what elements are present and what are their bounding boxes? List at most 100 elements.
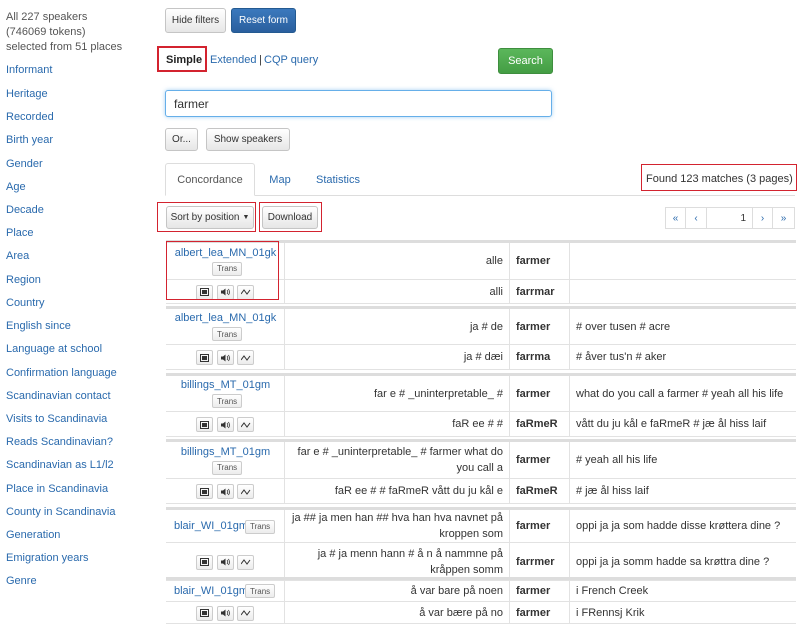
download-button[interactable]: Download <box>262 206 318 229</box>
right-context-cell: # yeah all his life <box>570 442 796 478</box>
trans-button[interactable]: Trans <box>212 261 243 276</box>
waveform-icon[interactable] <box>237 350 254 365</box>
speaker-link[interactable]: albert_lea_MN_01gk <box>166 247 285 259</box>
right-context-orig: vått du ju kål e faRmeR # jæ ål hiss lai… <box>576 418 767 430</box>
filter-reads-scandinavian[interactable]: Reads Scandinavian? <box>6 436 113 448</box>
reset-form-button[interactable]: Reset form <box>231 8 296 33</box>
table-row: blair_WI_01gm Trans å var bare på noen farm… <box>166 580 796 602</box>
right-context-orig: i FRennsj Krik <box>576 606 645 619</box>
trans-button[interactable]: Trans <box>245 519 276 534</box>
left-context-cell: alle <box>285 243 510 279</box>
match-word-orig: faRmeR <box>516 485 558 497</box>
filter-birth-year[interactable]: Birth year <box>6 134 53 146</box>
trans-button[interactable]: Trans <box>245 584 276 598</box>
filter-gender[interactable]: Gender <box>6 158 43 170</box>
right-context-cell: oppi ja ja somm hadde sa krøttra dine ? <box>570 543 796 580</box>
pager-prev[interactable]: ‹ <box>685 207 707 229</box>
pager-page-input[interactable]: 1 <box>706 207 753 229</box>
filter-scandinavian-as-l1-l2[interactable]: Scandinavian as L1/l2 <box>6 459 114 471</box>
speaker-icon[interactable] <box>217 554 234 570</box>
film-icon[interactable] <box>196 484 213 499</box>
speaker-link[interactable]: blair_WI_01gm <box>174 520 248 532</box>
filter-informant[interactable]: Informant <box>6 64 52 76</box>
speaker-icon[interactable] <box>217 350 234 365</box>
left-context: ja ## ja men han ## hva han hva navnet p… <box>292 512 503 540</box>
left-context-cell: ja # ja menn hann # å n å nammne på kråp… <box>285 543 510 580</box>
film-icon[interactable] <box>196 605 213 621</box>
pager-first[interactable]: « <box>665 207 686 229</box>
match-cell: farrmer <box>510 543 570 580</box>
filter-area[interactable]: Area <box>6 250 29 262</box>
mode-extended[interactable]: Extended <box>210 54 256 66</box>
sort-by-position-dropdown[interactable]: Sort by position ▼ <box>166 206 254 229</box>
trans-button[interactable]: Trans <box>212 327 243 341</box>
speaker-cell: billings_MT_01gm Trans <box>166 442 285 478</box>
filter-generation[interactable]: Generation <box>6 529 60 541</box>
hide-filters-button[interactable]: Hide filters <box>165 8 226 33</box>
tab-statistics[interactable]: Statistics <box>308 163 368 196</box>
sort-label: Sort by position <box>170 212 240 223</box>
filter-scandinavian-contact[interactable]: Scandinavian contact <box>6 390 111 402</box>
filter-place[interactable]: Place <box>6 227 34 239</box>
match-cell: farmer <box>510 442 570 478</box>
speaker-icon[interactable] <box>217 417 234 432</box>
waveform-icon[interactable] <box>237 605 254 621</box>
or-button[interactable]: Or... <box>165 128 198 151</box>
match-cell: farmer <box>510 376 570 411</box>
speaker-icon[interactable] <box>217 284 234 300</box>
speaker-link[interactable]: billings_MT_01gm <box>166 446 285 458</box>
mode-simple[interactable]: Simple <box>166 54 202 66</box>
waveform-icon[interactable] <box>237 484 254 499</box>
filter-place-in-scandinavia[interactable]: Place in Scandinavia <box>6 483 108 495</box>
speaker-link[interactable]: blair_WI_01gm <box>174 585 248 597</box>
waveform-icon[interactable] <box>237 554 254 570</box>
filter-region[interactable]: Region <box>6 274 41 286</box>
waveform-icon[interactable] <box>237 284 254 300</box>
filter-decade[interactable]: Decade <box>6 204 44 216</box>
film-icon[interactable] <box>196 350 213 365</box>
match-word: farmer <box>516 584 551 597</box>
right-context-cell: # jæ ål hiss laif <box>570 479 796 503</box>
filter-emigration-years[interactable]: Emigration years <box>6 552 89 564</box>
filter-heritage[interactable]: Heritage <box>6 88 48 100</box>
speaker-link[interactable]: billings_MT_01gm <box>166 379 285 391</box>
result-group: blair_WI_01gm Trans ja ## ja men han ## hv… <box>166 507 796 581</box>
filter-visits-to-scandinavia[interactable]: Visits to Scandinavia <box>6 413 107 425</box>
show-speakers-button[interactable]: Show speakers <box>206 128 290 151</box>
filter-age[interactable]: Age <box>6 181 26 193</box>
pager-last[interactable]: » <box>772 207 795 229</box>
tab-concordance[interactable]: Concordance <box>165 163 255 196</box>
media-cell <box>166 345 285 369</box>
left-context: far e # _uninterpretable_ # <box>373 387 503 400</box>
right-context-cell: i French Creek <box>570 580 796 601</box>
film-icon[interactable] <box>196 554 213 570</box>
filter-english-since[interactable]: English since <box>6 320 71 332</box>
trans-button[interactable]: Trans <box>212 394 243 408</box>
search-input[interactable] <box>165 90 552 117</box>
speaker-icon[interactable] <box>217 484 234 499</box>
trans-button[interactable]: Trans <box>212 460 243 475</box>
filter-recorded[interactable]: Recorded <box>6 111 54 123</box>
speaker-link[interactable]: albert_lea_MN_01gk <box>166 312 285 324</box>
match-cell: faRmeR <box>510 412 570 436</box>
pager-next[interactable]: › <box>752 207 773 229</box>
table-row: faR ee # # faRmeR vått du ju kål e faRmeR… <box>166 479 796 504</box>
filter-sidebar: All 227 speakers (746069 tokens) selecte… <box>0 0 160 623</box>
filter-country[interactable]: Country <box>6 297 45 309</box>
media-cell <box>166 602 285 623</box>
film-icon[interactable] <box>196 417 213 432</box>
filter-county-in-scandinavia[interactable]: County in Scandinavia <box>6 506 115 518</box>
filter-language-at-school[interactable]: Language at school <box>6 343 102 355</box>
search-button[interactable]: Search <box>498 48 553 74</box>
caret-down-icon: ▼ <box>242 214 250 221</box>
result-group: albert_lea_MN_01gk Trans alle farmer alli far… <box>166 240 796 304</box>
mode-cqp-query[interactable]: CQP query <box>264 54 318 66</box>
waveform-icon[interactable] <box>237 417 254 432</box>
right-context-cell <box>570 280 796 303</box>
filter-confirmation-language[interactable]: Confirmation language <box>6 367 117 379</box>
tab-map[interactable]: Map <box>262 163 298 196</box>
speaker-icon[interactable] <box>217 605 234 621</box>
film-icon[interactable] <box>196 284 213 300</box>
filter-genre[interactable]: Genre <box>6 575 37 587</box>
right-context-cell: i FRennsj Krik <box>570 602 796 623</box>
